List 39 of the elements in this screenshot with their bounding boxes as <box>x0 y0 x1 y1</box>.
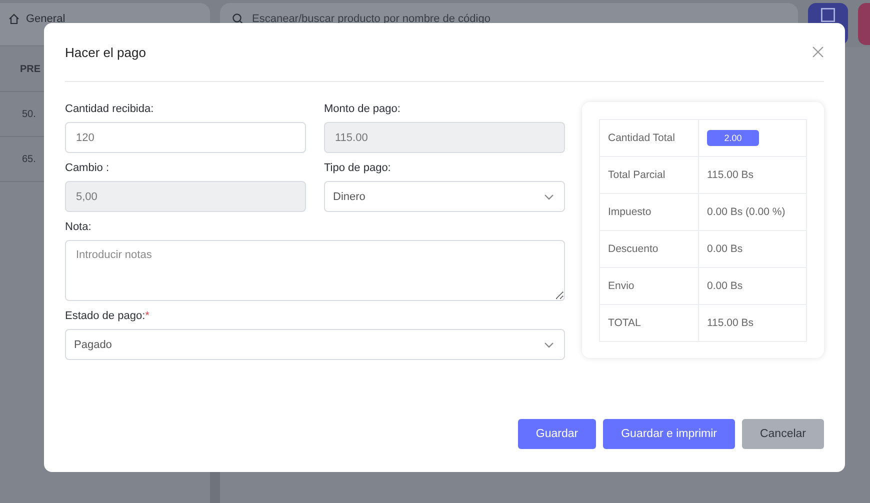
field-label: Nota: <box>65 221 92 233</box>
field-label: Monto de pago: <box>324 103 402 115</box>
table-cell: 65. <box>22 154 36 164</box>
quantity-badge: 2.00 <box>707 130 759 146</box>
summary-label: Impuesto <box>608 206 652 218</box>
select-field[interactable]: Dinero <box>324 181 565 212</box>
save-button[interactable]: Guardar e imprimir <box>603 419 735 449</box>
field-label: Cantidad recibida: <box>65 103 155 115</box>
chevron-down-icon <box>544 342 554 348</box>
input-field[interactable]: 5,00 <box>65 181 306 212</box>
notes-field[interactable]: Introducir notas <box>65 240 565 301</box>
summary-value: 0.00 Bs (0.00 %) <box>707 206 786 218</box>
field-label: Estado de pago:* <box>65 310 150 322</box>
table-cell: 50. <box>22 108 36 120</box>
field-label: Cambio : <box>65 162 110 174</box>
search-field[interactable]: Escanear/buscar producto por nombre de código <box>252 13 652 25</box>
summary-value: 115.00 Bs <box>707 169 754 181</box>
summary-label: Total Parcial <box>608 169 666 181</box>
chevron-down-icon <box>544 194 554 200</box>
input-field[interactable]: 115.00 <box>324 122 565 153</box>
select-field[interactable]: Pagado <box>65 329 565 360</box>
input-field[interactable]: 120 <box>65 122 306 153</box>
save-button[interactable]: Guardar <box>518 419 596 449</box>
summary-label: Cantidad Total <box>608 132 675 144</box>
summary-value: 0.00 Bs <box>707 280 743 292</box>
summary-label: TOTAL <box>608 317 641 329</box>
square-icon <box>821 8 835 22</box>
summary-label: Envio <box>608 280 634 292</box>
action-button[interactable] <box>858 3 870 45</box>
cancel-button[interactable]: Cancelar <box>742 419 824 449</box>
field-label: Tipo de pago: <box>324 162 392 174</box>
dialog-title: Hacer el pago <box>65 44 146 60</box>
summary-value: 115.00 Bs <box>707 317 754 329</box>
home-icon <box>8 13 20 25</box>
search-icon <box>232 13 244 25</box>
column-header: PRE <box>20 64 41 74</box>
summary-label: Descuento <box>608 243 658 255</box>
close-icon[interactable] <box>812 46 824 58</box>
summary-value: 0.00 Bs <box>707 243 743 255</box>
